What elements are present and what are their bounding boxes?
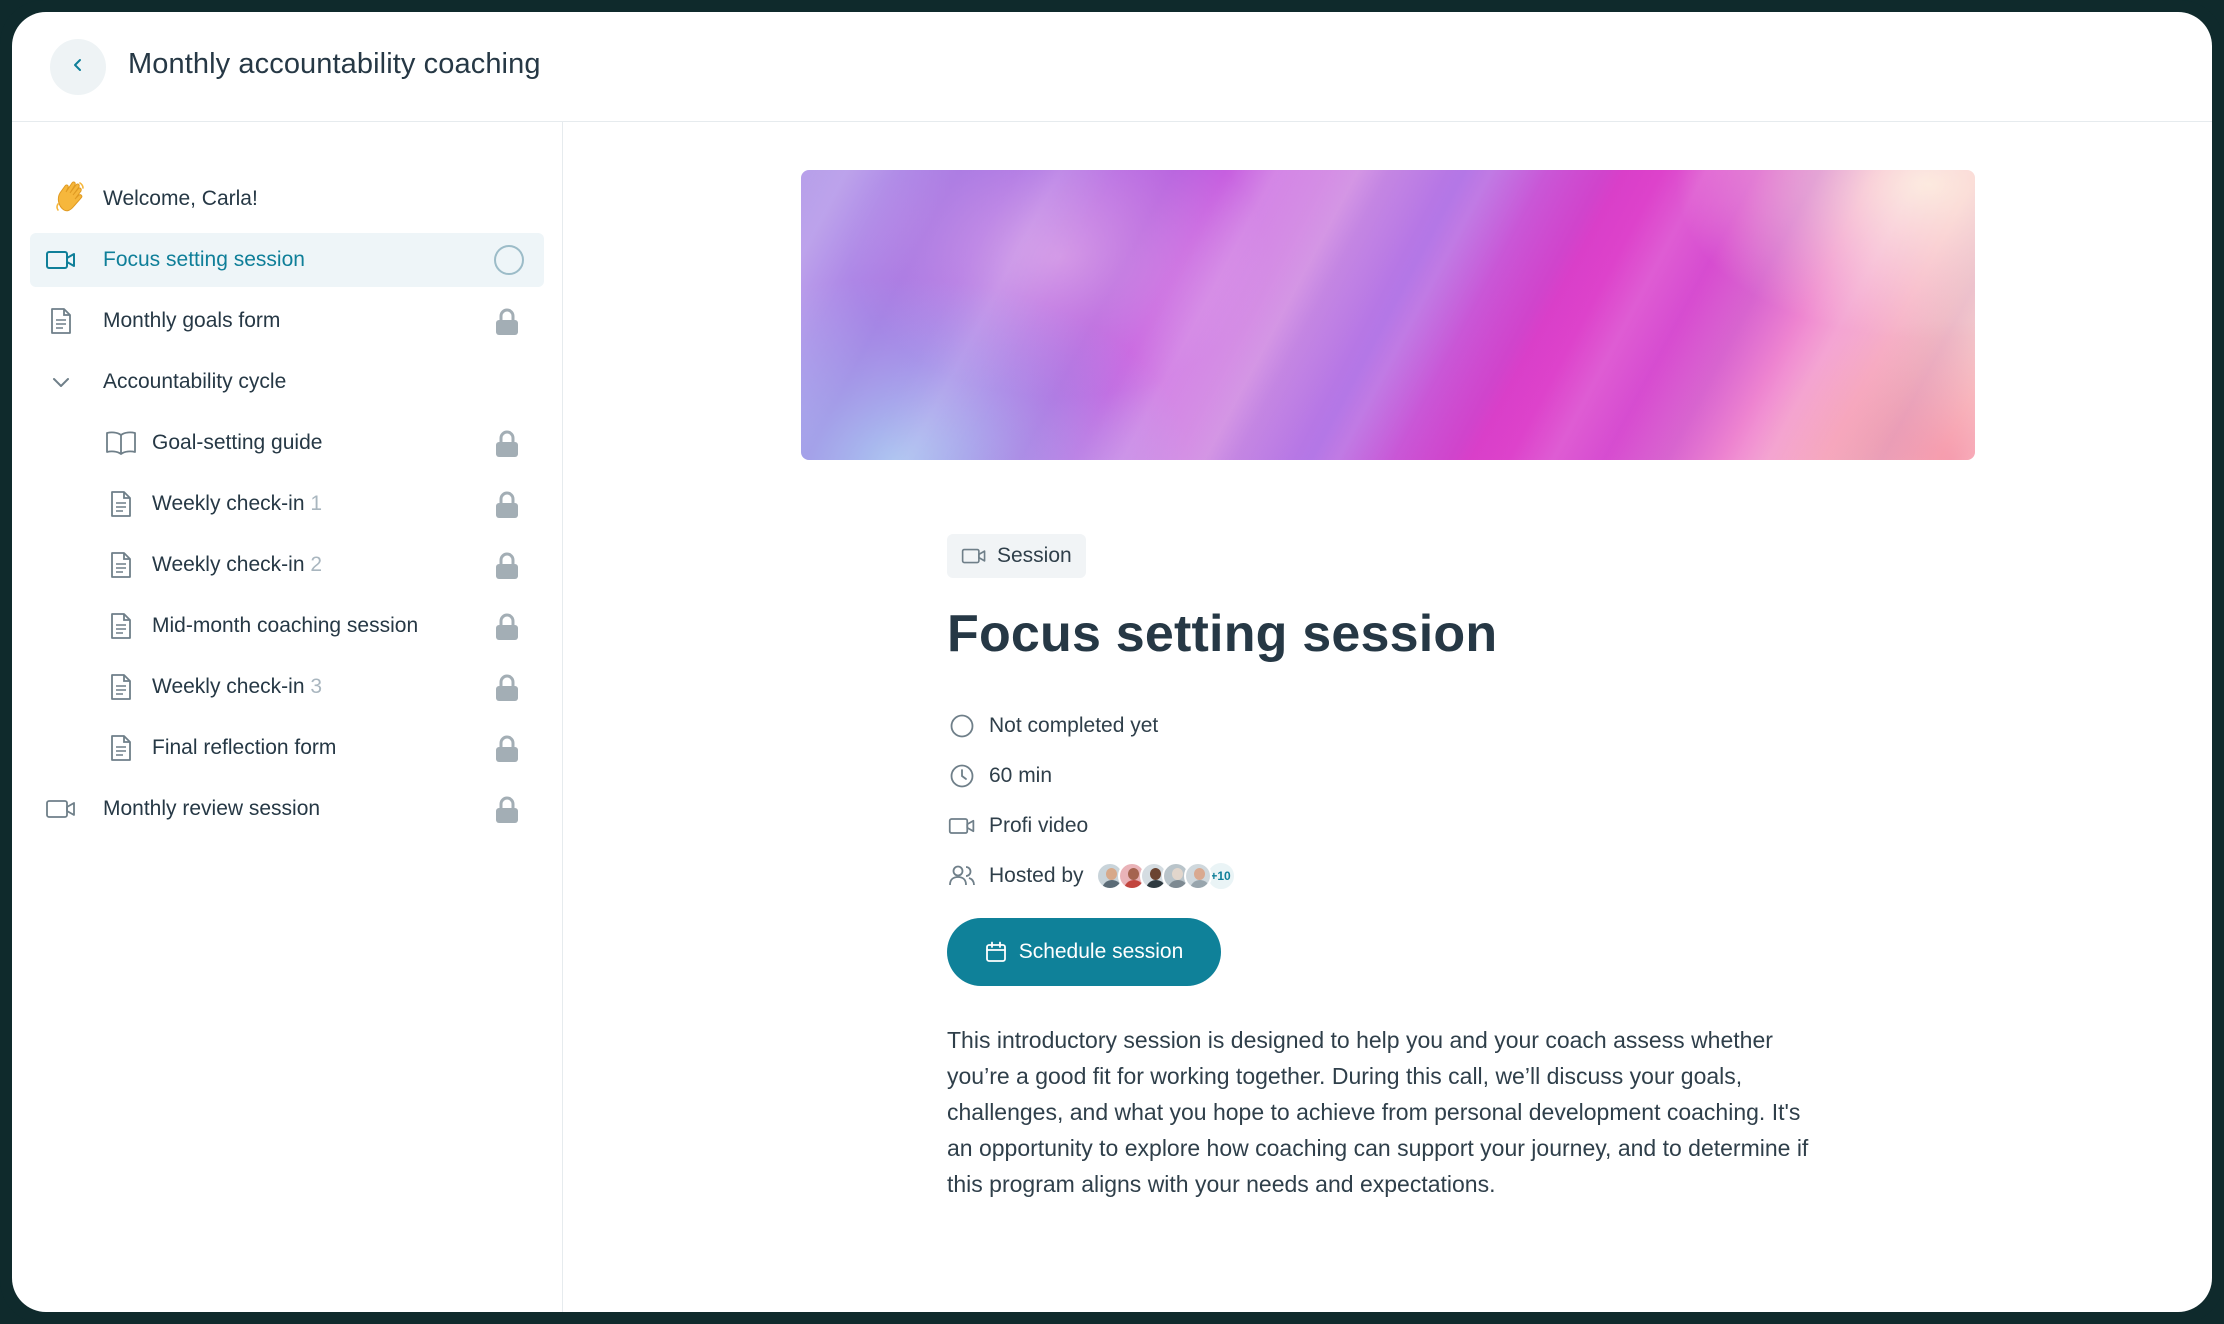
video-camera-icon (947, 811, 977, 841)
lock-icon (494, 796, 520, 824)
sidebar-item-final-reflection-form[interactable]: Final reflection form (30, 721, 544, 775)
item-number: 2 (310, 553, 323, 576)
sidebar-item-label: Focus setting session (103, 248, 305, 271)
session-type-badge: Session (947, 534, 1086, 578)
session-description: This introductory session is designed to… (947, 1027, 1809, 1197)
avatar (1183, 862, 1212, 890)
document-icon (104, 487, 138, 521)
sidebar-item-mid-month-coaching-session[interactable]: Mid-month coaching session (30, 599, 544, 653)
item-number: 3 (310, 675, 323, 698)
document-icon (104, 670, 138, 704)
calendar-icon (985, 941, 1007, 963)
duration: 60 min (947, 761, 1052, 791)
sidebar-item-label: Goal-setting guide (152, 431, 323, 454)
item-number: 1 (310, 492, 323, 515)
chevron-down-icon (44, 365, 78, 399)
video-camera-icon (44, 243, 78, 277)
sidebar-item-label: Monthly review session (103, 797, 321, 820)
top-bar: Monthly accountability coaching (12, 12, 2212, 122)
sidebar-item-label: Monthly goals form (103, 309, 281, 332)
document-icon (104, 548, 138, 582)
sidebar-item-monthly-review-session[interactable]: Monthly review session (30, 782, 544, 836)
badge-label: Session (997, 544, 1072, 567)
lock-icon (494, 613, 520, 641)
video-camera-icon (44, 792, 78, 826)
sidebar-item-label: Weekly check-in 3 (152, 675, 323, 698)
sidebar-item-focus-setting-session[interactable]: Focus setting session (30, 233, 544, 287)
book-icon (104, 426, 138, 460)
completion-status: Not completed yet (947, 711, 1158, 741)
sidebar-item-label: Mid-month coaching session (152, 614, 419, 637)
platform-text: Profi video (989, 814, 1089, 837)
sidebar-item-welcome[interactable]: Welcome, Carla! (30, 172, 544, 226)
waving-hand-icon (54, 180, 88, 214)
lock-icon (494, 430, 520, 458)
sidebar: Welcome, Carla! Focus setting session Mo… (12, 122, 563, 1312)
document-icon (104, 731, 138, 765)
chevron-left-icon (69, 56, 87, 79)
host-avatars[interactable]: +10 (1095, 861, 1236, 891)
sidebar-item-label: Weekly check-in 2 (152, 553, 323, 576)
sidebar-item-weekly-check-in-1[interactable]: Weekly check-in 1 (30, 477, 544, 531)
status-text: Not completed yet (989, 714, 1159, 737)
lock-icon (494, 735, 520, 763)
lock-icon (494, 308, 520, 336)
sidebar-item-label: Accountability cycle (103, 370, 287, 393)
sidebar-item-label: Welcome, Carla! (103, 187, 258, 210)
schedule-session-button[interactable]: Schedule session (947, 918, 1221, 986)
circle-icon (947, 711, 977, 741)
session-banner-image (801, 170, 1975, 460)
device-frame: Monthly accountability coaching Welcome,… (0, 0, 2224, 1324)
session-title: Focus setting session (947, 605, 1498, 663)
sidebar-item-accountability-cycle[interactable]: Accountability cycle (30, 355, 544, 409)
document-icon (104, 609, 138, 643)
hosted-by-label: Hosted by (989, 864, 1084, 887)
platform: Profi video (947, 811, 1088, 841)
video-camera-icon (961, 547, 987, 565)
lock-icon (494, 674, 520, 702)
sidebar-item-label: Weekly check-in 1 (152, 492, 323, 515)
lock-icon (494, 552, 520, 580)
lock-icon (494, 491, 520, 519)
duration-text: 60 min (989, 764, 1053, 787)
sidebar-item-monthly-goals-form[interactable]: Monthly goals form (30, 294, 544, 348)
sidebar-item-weekly-check-in-2[interactable]: Weekly check-in 2 (30, 538, 544, 592)
users-icon (947, 861, 977, 891)
sidebar-item-label: Final reflection form (152, 736, 337, 759)
hosts: Hosted by +10 (947, 861, 1236, 891)
sidebar-item-goal-setting-guide[interactable]: Goal-setting guide (30, 416, 544, 470)
back-button[interactable] (50, 39, 106, 95)
sidebar-item-weekly-check-in-3[interactable]: Weekly check-in 3 (30, 660, 544, 714)
clock-icon (947, 761, 977, 791)
document-icon (44, 304, 78, 338)
schedule-button-label: Schedule session (1018, 940, 1184, 963)
status-circle-icon (494, 245, 524, 275)
app-window: Monthly accountability coaching Welcome,… (12, 12, 2212, 1312)
page-title: Monthly accountability coaching (128, 48, 541, 80)
